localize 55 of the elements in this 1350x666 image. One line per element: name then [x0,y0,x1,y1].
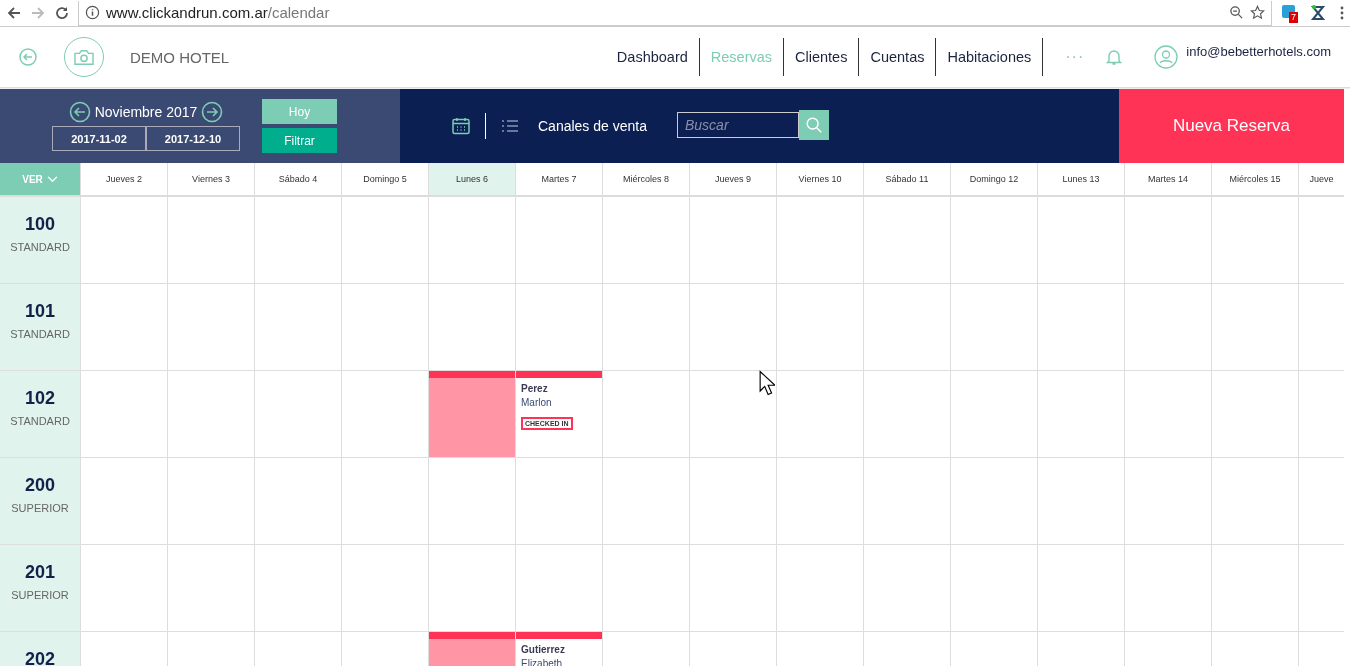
day-header: Martes 14 [1124,163,1211,195]
guest-last-name: Perez [521,383,548,394]
room-number: 102 [24,388,55,409]
room-type: STANDARD [10,328,70,340]
end-date-field[interactable]: 2017-12-10 [146,126,240,151]
user-email[interactable]: info@bebetterhotels.com [1186,43,1331,59]
month-title: Noviembre 2017 [94,104,198,120]
day-header: Miércoles 15 [1211,163,1298,195]
hotel-name: DEMO HOTEL [130,48,230,66]
day-header: Jueves 2 [80,163,167,195]
room-number: 202 [24,649,55,666]
guest-last-name: Gutierrez [521,644,565,655]
camera-icon [73,48,95,66]
room-number: 200 [24,475,55,496]
zoom-out-icon[interactable] [1229,5,1244,20]
day-header: Jueves 9 [689,163,776,195]
sales-channels-link[interactable]: Canales de venta [538,118,647,134]
guest-first-name: Marlon [521,397,552,408]
back-icon[interactable] [6,5,22,21]
calendar-view-icon[interactable] [451,116,471,136]
info-icon[interactable] [85,5,100,20]
day-header: Sábado 11 [863,163,950,195]
nav-link[interactable]: Dashboard [605,49,699,65]
room-type: STANDARD [10,241,70,253]
search-icon [804,115,823,135]
day-header: Martes 7 [515,163,602,195]
previous-month-icon[interactable] [68,101,91,123]
room-number: 201 [24,562,55,583]
day-header: Miércoles 8 [602,163,689,195]
new-booking-button[interactable]: Nueva Reserva [1119,89,1344,163]
chevron-down-icon [46,175,58,183]
next-month-icon[interactable] [201,101,224,123]
star-icon[interactable] [1250,5,1265,20]
mouse-cursor-icon [759,370,775,396]
room-number: 100 [24,214,55,235]
address-bar[interactable]: www.clickandrun.com.ar/calendar [78,0,1272,26]
start-date-field[interactable]: 2017-11-02 [52,126,146,151]
reload-icon[interactable] [54,5,70,21]
day-header: Domingo 12 [950,163,1037,195]
notification-badge: 7 [1289,12,1298,23]
nav-link[interactable]: Habitaciones [936,49,1043,65]
room-type: STANDARD [10,415,70,427]
room-type: SUPERIOR [11,589,69,601]
day-header: Viernes 10 [776,163,863,195]
day-header: Lunes 13 [1037,163,1124,195]
room-type: SUPERIOR [11,502,69,514]
day-header: Viernes 3 [167,163,254,195]
search-field[interactable]: Buscar [676,112,799,138]
day-header: Lunes 6 [428,163,515,195]
day-header: Jueve [1298,163,1344,195]
extension-icon[interactable] [1310,5,1326,21]
room-number: 101 [24,301,55,322]
nav-link[interactable]: Cuentas [859,49,936,65]
nav-link[interactable]: Clientes [784,49,859,65]
day-header: Sábado 4 [254,163,341,195]
